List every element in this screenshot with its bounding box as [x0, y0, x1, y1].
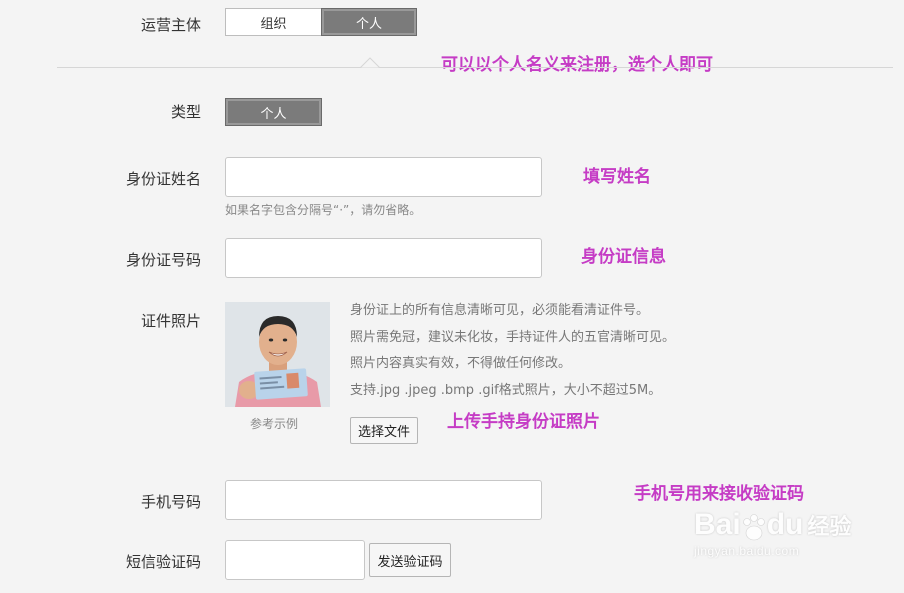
- id-photo-label: 证件照片: [140, 312, 201, 330]
- phone-input[interactable]: [225, 480, 542, 520]
- divider-notch: [360, 57, 380, 69]
- baidu-watermark: Bai du 经验 jingyan.baidu.com: [694, 508, 856, 568]
- operator-annotation: 可以以个人名义来注册，选个人即可: [441, 55, 713, 75]
- id-number-annotation: 身份证信息: [581, 247, 666, 267]
- sample-photo: [225, 302, 330, 407]
- type-value-individual[interactable]: 个人: [225, 98, 322, 126]
- id-name-hint: 如果名字包含分隔号“·”，请勿省略。: [225, 203, 422, 217]
- requirement-line: 照片需免冠，建议未化妆，手持证件人的五官清晰可见。: [350, 329, 676, 345]
- requirement-line: 支持.jpg .jpeg .bmp .gif格式照片，大小不超过5M。: [350, 382, 662, 398]
- person-holding-id-illustration: [225, 302, 330, 407]
- id-number-input[interactable]: [225, 238, 542, 278]
- id-photo-requirements: 身份证上的所有信息清晰可见，必须能看清证件号。 照片需免冠，建议未化妆，手持证件…: [350, 298, 675, 404]
- choose-file-button[interactable]: 选择文件: [350, 417, 418, 444]
- paw-icon: [741, 512, 767, 542]
- operator-option-organization[interactable]: 组织: [225, 8, 322, 36]
- id-name-annotation: 填写姓名: [583, 167, 651, 187]
- id-photo-annotation: 上传手持身份证照片: [447, 412, 600, 432]
- watermark-url: jingyan.baidu.com: [694, 544, 800, 558]
- phone-label: 手机号码: [140, 493, 201, 511]
- section-divider: [57, 67, 893, 68]
- sms-code-label: 短信验证码: [125, 553, 201, 571]
- watermark-brand: Bai: [694, 508, 741, 541]
- id-name-label: 身份证姓名: [125, 170, 201, 188]
- id-name-input[interactable]: [225, 157, 542, 197]
- send-code-button[interactable]: 发送验证码: [369, 543, 451, 577]
- requirement-line: 身份证上的所有信息清晰可见，必须能看清证件号。: [350, 303, 650, 318]
- phone-annotation: 手机号用来接收验证码: [634, 484, 804, 504]
- requirement-line: 照片内容真实有效，不得做任何修改。: [350, 356, 572, 371]
- operator-label: 运营主体: [140, 16, 201, 34]
- sample-photo-caption: 参考示例: [250, 417, 299, 431]
- watermark-brand2: du: [766, 508, 804, 541]
- sms-code-input[interactable]: [225, 540, 365, 580]
- operator-option-individual[interactable]: 个人: [321, 8, 417, 36]
- id-number-label: 身份证号码: [125, 251, 201, 269]
- type-label: 类型: [170, 103, 201, 121]
- watermark-cn: 经验: [807, 514, 852, 539]
